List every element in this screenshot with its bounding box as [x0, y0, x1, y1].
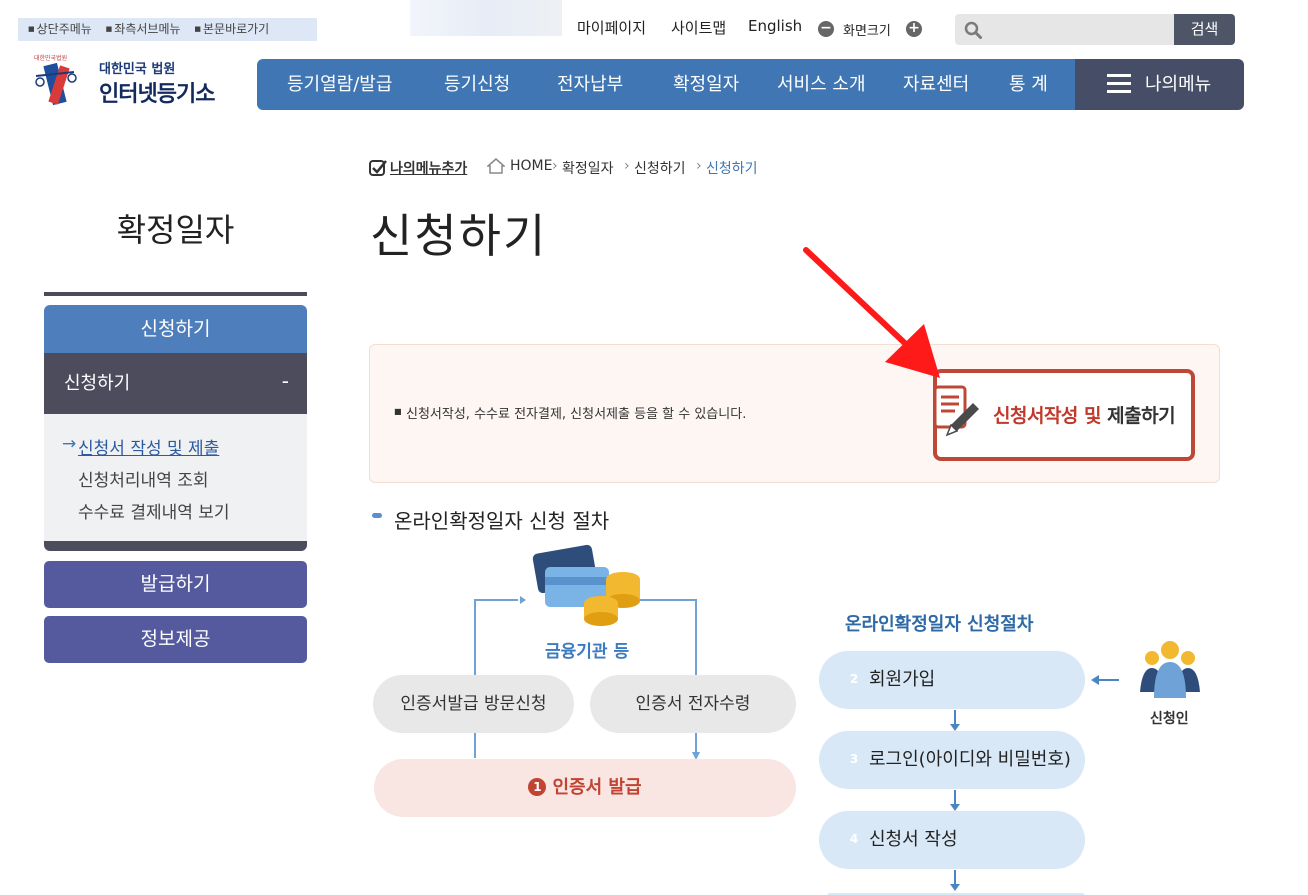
arrow-right-icon: → [62, 434, 77, 454]
side-submenu-label: 신청하기 [64, 373, 131, 394]
online-receive-step: 인증서 전자수령 [590, 675, 796, 733]
mypage-link[interactable]: 마이페이지 [577, 17, 646, 38]
side-title: 확정일자 [116, 211, 235, 249]
my-menu-label: 나의메뉴 [1145, 74, 1212, 95]
side-link-write-submit[interactable]: 신청서 작성 및 제출 [78, 434, 219, 459]
breadcrumb-home[interactable]: HOME [510, 158, 552, 174]
side-divider [44, 292, 307, 296]
section-bullet [372, 513, 382, 518]
main-navigation: 등기열람/발급 등기신청 전자납부 확정일자 서비스 소개 자료센터 통 계 [257, 59, 1075, 110]
court-emblem-logo[interactable]: 대한민국법원 [28, 48, 84, 108]
breadcrumb-level1[interactable]: 확정일자 [562, 158, 614, 178]
side-menu-apply[interactable]: 신청하기 [44, 305, 307, 353]
applicant-label: 신청인 [1150, 711, 1189, 727]
search-icon [964, 21, 982, 39]
bullet-icon: ■ [394, 407, 402, 416]
gnb-item-registry-view[interactable]: 등기열람/발급 [287, 59, 392, 110]
breadcrumb-current: 신청하기 [706, 161, 758, 177]
step-number-1: 1 [528, 778, 547, 796]
apply-label-red: 신청서작성 및 [993, 405, 1102, 427]
logo-subtitle: 대한민국 법원 [99, 62, 176, 77]
cert-issue-label: 인증서 발급 [552, 777, 642, 798]
english-link[interactable]: English [748, 17, 802, 35]
side-link-payments[interactable]: 수수료 결제내역 보기 [78, 498, 230, 523]
blurred-banner [410, 0, 562, 36]
cert-issue-step: 1 인증서 발급 [374, 759, 796, 817]
skip-link-content[interactable]: 본문바로가기 [194, 22, 269, 36]
gnb-item-e-payment[interactable]: 전자납부 [557, 59, 623, 110]
breadcrumb-sep-icon: › [624, 158, 630, 174]
collapse-icon[interactable]: - [282, 353, 289, 409]
emblem-lettering: 대한민국법원 [34, 54, 67, 62]
page-title: 신청하기 [370, 209, 548, 263]
side-submenu-list: → 신청서 작성 및 제출 신청처리내역 조회 수수료 결제내역 보기 [44, 414, 307, 541]
apply-label-dark: 제출하기 [1107, 405, 1176, 427]
breadcrumb-sep-icon: › [552, 158, 558, 174]
zoom-label: 화면크기 [843, 24, 891, 39]
checkbox-icon [369, 160, 387, 176]
finance-label: 금융기관 등 [545, 642, 630, 662]
skip-links: 상단주메뉴 좌측서브메뉴 본문바로가기 [18, 18, 317, 41]
sitemap-link[interactable]: 사이트맵 [671, 17, 726, 38]
search-input[interactable] [955, 14, 1175, 45]
apply-write-submit-button[interactable]: 신청서작성 및 제출하기 [933, 369, 1195, 461]
search-button[interactable]: 검색 [1174, 14, 1235, 45]
zoom-out-icon[interactable]: − [818, 21, 834, 37]
side-link-history[interactable]: 신청처리내역 조회 [78, 466, 209, 491]
gnb-item-registry-apply[interactable]: 등기신청 [444, 59, 510, 110]
skip-link-top-menu[interactable]: 상단주메뉴 [28, 22, 92, 36]
side-menu-issue[interactable]: 발급하기 [44, 561, 307, 608]
side-submenu-apply[interactable]: 신청하기 - [44, 353, 307, 414]
steps-title: 온라인확정일자 신청절차 [845, 614, 1034, 635]
my-menu-button[interactable]: 나의메뉴 [1075, 59, 1244, 110]
gnb-item-service-intro[interactable]: 서비스 소개 [777, 59, 866, 110]
breadcrumb-level2[interactable]: 신청하기 [634, 158, 686, 178]
info-text: 신청서작성, 수수료 전자결제, 신청서제출 등을 할 수 있습니다. [406, 407, 747, 422]
home-icon [487, 158, 505, 174]
hamburger-icon [1107, 74, 1131, 94]
skip-link-left-menu[interactable]: 좌측서브메뉴 [106, 22, 181, 36]
add-my-menu-link[interactable]: 나의메뉴추가 [390, 158, 467, 178]
applicant-icon [1140, 641, 1200, 698]
side-menu-info[interactable]: 정보제공 [44, 616, 307, 663]
gnb-item-data-center[interactable]: 자료센터 [903, 59, 969, 110]
side-submenu-footer [44, 541, 307, 551]
zoom-in-icon[interactable]: + [906, 21, 922, 37]
card-coins-icon [532, 544, 640, 626]
logo-title[interactable]: 인터넷등기소 [99, 76, 215, 108]
visit-apply-step: 인증서발급 방문신청 [373, 675, 574, 733]
gnb-item-statistics[interactable]: 통 계 [1009, 59, 1048, 110]
document-pen-icon [933, 385, 979, 437]
gnb-item-fixed-date[interactable]: 확정일자 [673, 59, 739, 110]
breadcrumb-sep-icon: › [696, 158, 702, 174]
annotation-arrow-icon [803, 247, 940, 378]
apply-button-label: 신청서작성 및 제출하기 [993, 401, 1176, 428]
